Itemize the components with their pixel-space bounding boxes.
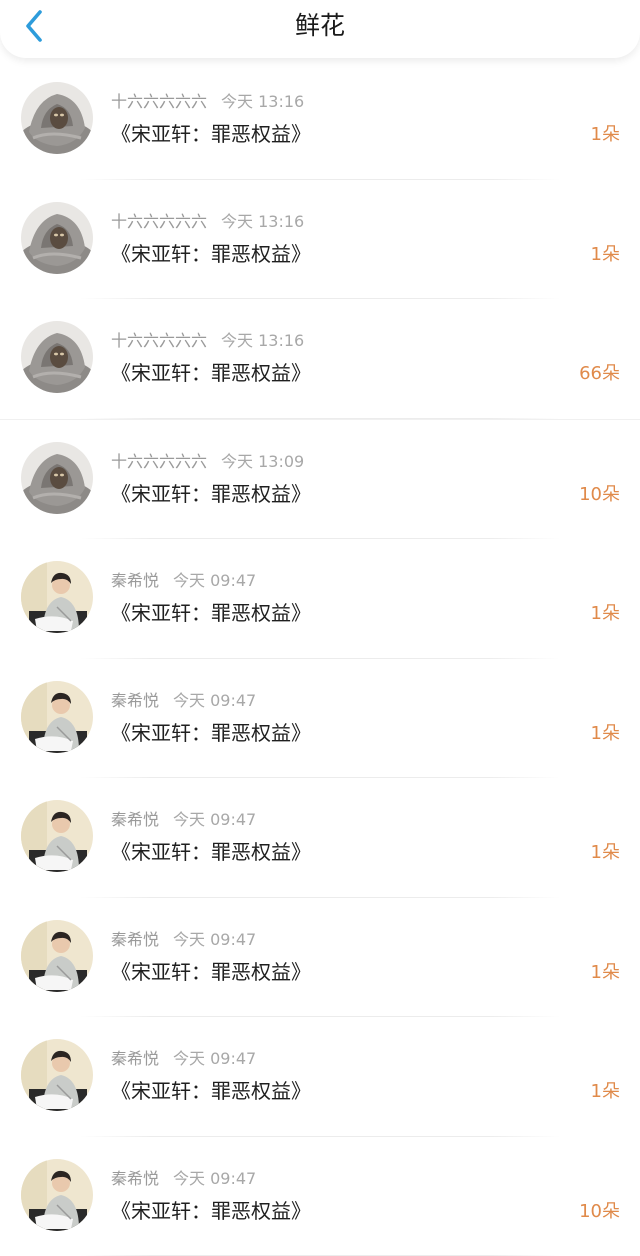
username[interactable]: 十六六六六六 (111, 331, 207, 350)
flower-count: 1朵 (591, 243, 620, 267)
list-item[interactable]: 秦希悦今天 09:47 《宋亚轩：罪恶权益》 1朵 (0, 539, 640, 659)
work-title[interactable]: 《宋亚轩：罪恶权益》 (111, 120, 311, 148)
flower-count: 1朵 (591, 602, 620, 626)
gray-blanket-avatar[interactable] (21, 321, 93, 393)
item-meta: 秦希悦今天 09:47 (111, 690, 256, 712)
item-meta: 秦希悦今天 09:47 (111, 809, 256, 831)
list-item[interactable]: 秦希悦今天 09:47 《宋亚轩：罪恶权益》 1朵 (0, 778, 640, 898)
item-meta: 秦希悦今天 09:47 (111, 929, 256, 951)
item-meta: 秦希悦今天 09:47 (111, 1168, 256, 1190)
username[interactable]: 秦希悦 (111, 691, 159, 710)
person-hoodie-avatar[interactable] (21, 800, 93, 872)
item-meta: 秦希悦今天 09:47 (111, 570, 256, 592)
username[interactable]: 十六六六六六 (111, 212, 207, 231)
timestamp: 今天 13:16 (221, 212, 304, 231)
person-hoodie-avatar[interactable] (21, 561, 93, 633)
person-hoodie-avatar[interactable] (21, 920, 93, 992)
list-item[interactable]: 秦希悦今天 09:47 《宋亚轩：罪恶权益》 1朵 (0, 898, 640, 1018)
gray-blanket-avatar[interactable] (21, 82, 93, 154)
item-meta: 秦希悦今天 09:47 (111, 1048, 256, 1070)
work-title[interactable]: 《宋亚轩：罪恶权益》 (111, 1197, 311, 1225)
flower-record-list: 十六六六六六今天 13:16《宋亚轩：罪恶权益》1朵 十六六六六六今天 13:1… (0, 60, 640, 1256)
username[interactable]: 秦希悦 (111, 571, 159, 590)
work-title[interactable]: 《宋亚轩：罪恶权益》 (111, 599, 311, 627)
timestamp: 今天 09:47 (173, 1049, 256, 1068)
page-title: 鲜花 (0, 9, 640, 43)
flower-count: 1朵 (591, 1080, 620, 1104)
work-title[interactable]: 《宋亚轩：罪恶权益》 (111, 719, 311, 747)
flower-count: 1朵 (591, 722, 620, 746)
work-title[interactable]: 《宋亚轩：罪恶权益》 (111, 1077, 311, 1105)
username[interactable]: 十六六六六六 (111, 452, 207, 471)
work-title[interactable]: 《宋亚轩：罪恶权益》 (111, 958, 311, 986)
item-meta: 十六六六六六今天 13:16 (111, 330, 304, 352)
item-meta: 十六六六六六今天 13:16 (111, 91, 304, 113)
top-bar: 鲜花 (0, 0, 640, 58)
person-hoodie-avatar[interactable] (21, 681, 93, 753)
timestamp: 今天 13:09 (221, 452, 304, 471)
list-item[interactable]: 秦希悦今天 09:47 《宋亚轩：罪恶权益》 1朵 (0, 1017, 640, 1137)
list-item[interactable]: 十六六六六六今天 13:16 《宋亚轩：罪恶权益》 1朵 (0, 180, 640, 300)
flower-count: 1朵 (591, 961, 620, 985)
username[interactable]: 秦希悦 (111, 810, 159, 829)
work-title[interactable]: 《宋亚轩：罪恶权益》 (111, 480, 311, 508)
timestamp: 今天 09:47 (173, 930, 256, 949)
person-hoodie-avatar[interactable] (21, 1039, 93, 1111)
list-item[interactable]: 十六六六六六今天 13:16 《宋亚轩：罪恶权益》 66朵 (0, 299, 640, 419)
work-title[interactable]: 《宋亚轩：罪恶权益》 (111, 838, 311, 866)
timestamp: 今天 09:47 (173, 810, 256, 829)
item-meta: 十六六六六六今天 13:16 (111, 211, 304, 233)
timestamp: 今天 13:16 (221, 92, 304, 111)
timestamp: 今天 09:47 (173, 1169, 256, 1188)
username[interactable]: 秦希悦 (111, 930, 159, 949)
gray-blanket-avatar[interactable] (21, 442, 93, 514)
flower-count: 66朵 (579, 362, 620, 386)
flower-count: 10朵 (579, 1200, 620, 1224)
username[interactable]: 十六六六六六 (111, 92, 207, 111)
flower-count: 10朵 (579, 483, 620, 507)
flower-count: 1朵 (591, 123, 620, 147)
item-meta: 十六六六六六今天 13:09 (111, 451, 304, 473)
username[interactable]: 秦希悦 (111, 1169, 159, 1188)
work-title[interactable]: 《宋亚轩：罪恶权益》 (111, 240, 311, 268)
username[interactable]: 秦希悦 (111, 1049, 159, 1068)
list-item[interactable]: 十六六六六六今天 13:09 《宋亚轩：罪恶权益》 10朵 (0, 419, 640, 540)
list-item[interactable]: 秦希悦今天 09:47 《宋亚轩：罪恶权益》 10朵 (0, 1137, 640, 1256)
list-item[interactable]: 十六六六六六今天 13:16 《宋亚轩：罪恶权益》 1朵 (0, 60, 640, 180)
timestamp: 今天 13:16 (221, 331, 304, 350)
flower-count: 1朵 (591, 841, 620, 865)
timestamp: 今天 09:47 (173, 571, 256, 590)
gray-blanket-avatar[interactable] (21, 202, 93, 274)
list-item[interactable]: 秦希悦今天 09:47 《宋亚轩：罪恶权益》 1朵 (0, 659, 640, 779)
timestamp: 今天 09:47 (173, 691, 256, 710)
work-title[interactable]: 《宋亚轩：罪恶权益》 (111, 359, 311, 387)
person-hoodie-avatar[interactable] (21, 1159, 93, 1231)
